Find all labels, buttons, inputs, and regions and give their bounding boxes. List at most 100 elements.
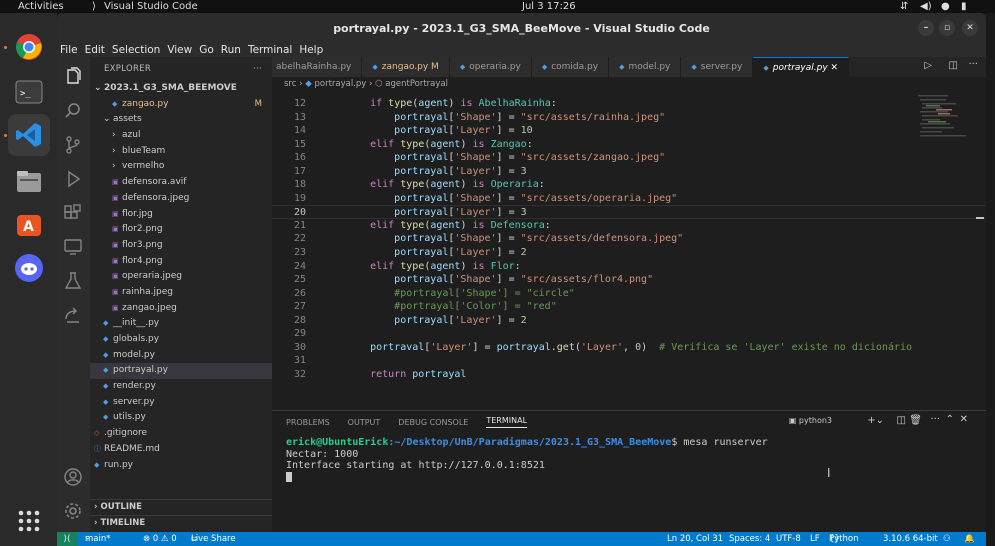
accounts-icon[interactable] — [63, 467, 83, 487]
close-tab-icon[interactable]: ✕ — [828, 63, 839, 73]
split-terminal-icon[interactable]: ◫ — [897, 415, 906, 426]
tree-file[interactable]: ◆ render.py — [90, 379, 272, 395]
code-line[interactable]: 29 — [272, 327, 986, 341]
code-line[interactable]: 30 portraval['Layer'] = portrayal.get('L… — [272, 341, 986, 355]
clock[interactable]: Jul 3 17:26 — [522, 0, 576, 13]
menu-selection[interactable]: Selection — [112, 44, 160, 56]
editor-tab[interactable]: ◆ server.py — [681, 57, 754, 77]
tree-file[interactable]: ◆ portrayal.py — [90, 363, 272, 380]
extensions-icon[interactable] — [63, 203, 83, 223]
volume-icon[interactable]: ◀) — [920, 0, 932, 13]
code-line[interactable]: 21 elif type(agent) is Defensora: — [272, 219, 986, 233]
editor-tab[interactable]: ◆ comida.py — [531, 57, 610, 77]
tree-folder[interactable]: › blueTeam — [90, 144, 272, 160]
editor-more-icon[interactable]: ··· — [968, 59, 978, 70]
panel-tab-problems[interactable]: PROBLEMS — [286, 418, 330, 427]
tree-file[interactable]: ◆ server.py — [90, 395, 272, 411]
tree-file[interactable]: ◆ globals.py — [90, 332, 272, 348]
app-center-icon[interactable]: A — [14, 209, 44, 239]
python-interpreter[interactable]: 3.10.6 64-bit — [883, 532, 938, 546]
terminal[interactable]: erick@UbuntuErick:~/Desktop/UnB/Paradigm… — [272, 433, 986, 483]
explorer-icon[interactable] — [63, 67, 83, 87]
menu-file[interactable]: File — [60, 44, 78, 56]
panel-tab-debug-console[interactable]: DEBUG CONSOLE — [398, 418, 468, 427]
tree-file[interactable]: ▣ rainha.jpeg — [90, 285, 272, 301]
show-apps-icon[interactable] — [14, 506, 44, 536]
chrome-icon[interactable] — [14, 32, 44, 62]
panel-tab-terminal[interactable]: TERMINAL — [486, 416, 528, 428]
live-share-icon[interactable] — [63, 305, 83, 325]
project-root-folder[interactable]: ⌄ 2023.1_G3_SMA_BEEMOVE — [90, 81, 272, 97]
settings-gear-icon[interactable] — [63, 501, 83, 521]
menu-help[interactable]: Help — [299, 44, 323, 56]
code-line[interactable]: 17 portrayal['Layer'] = 3 — [272, 165, 986, 179]
panel-tab-output[interactable]: OUTPUT — [348, 418, 381, 427]
code-line[interactable]: 14 portrayal['Layer'] = 10 — [272, 124, 986, 138]
more-actions-icon[interactable]: ··· — [253, 57, 262, 81]
search-icon[interactable] — [63, 101, 83, 121]
tree-file[interactable]: ▣ flor2.png — [90, 222, 272, 238]
code-line[interactable]: 12 if type(agent) is AbelhaRainha: — [272, 97, 986, 111]
tree-file[interactable]: ◇ .gitignore — [90, 426, 272, 442]
code-line[interactable]: 31 — [272, 354, 986, 368]
close-window-icon[interactable]: ✕ — [962, 20, 978, 36]
files-icon[interactable] — [14, 167, 44, 197]
timeline-section[interactable]: › TIMELINE — [90, 515, 272, 530]
end-of-line[interactable]: LF — [810, 532, 820, 546]
remote-indicator-icon[interactable]: ⟩⟨ — [57, 532, 77, 546]
maximize-icon[interactable]: ▫ — [939, 20, 955, 36]
tree-file[interactable]: ⓘ README.md — [90, 442, 272, 458]
tree-file[interactable]: ▣ flor3.png — [90, 238, 272, 254]
terminal-icon[interactable]: >_ — [14, 77, 44, 107]
notifications-bell-icon[interactable]: 🔔 — [964, 532, 975, 546]
discord-icon[interactable] — [14, 253, 44, 283]
app-menu[interactable]: Visual Studio Code — [104, 0, 198, 13]
accounts-status-icon[interactable]: ⚇ — [943, 532, 951, 546]
tree-folder[interactable]: › vermelho — [90, 159, 272, 175]
tree-file[interactable]: ◆ model.py — [90, 348, 272, 364]
menu-edit[interactable]: Edit — [85, 44, 105, 56]
kill-terminal-icon[interactable]: 🗑 — [909, 415, 922, 426]
new-terminal-icon[interactable]: +⌄ — [867, 415, 884, 426]
editor-tab[interactable]: ◆ operaria.py — [449, 57, 532, 77]
tree-file[interactable]: ▣ zangao.jpeg — [90, 301, 272, 317]
battery-icon[interactable]: ▮ — [961, 0, 967, 13]
split-editor-icon[interactable]: ◫ — [949, 60, 958, 71]
close-panel-icon[interactable]: ✕ — [960, 414, 968, 425]
code-line[interactable]: 26 #portrayal['Shape'] = "circle" — [272, 287, 986, 301]
tree-file[interactable]: ◆ __init__.py — [90, 316, 272, 332]
editor-tab[interactable]: ◆ portrayal.py ✕ — [753, 57, 850, 77]
code-line[interactable]: 13 portrayal['Shape'] = "src/assets/rain… — [272, 111, 986, 125]
code-line[interactable]: 23 portrayal['Layer'] = 2 — [272, 246, 986, 260]
editor-tab[interactable]: abelhaRainha.py — [272, 57, 363, 77]
tree-folder[interactable]: › azul — [90, 128, 272, 144]
network-icon[interactable]: ⇵ — [900, 0, 908, 13]
code-line[interactable]: 22 portrayal['Shape'] = "src/assets/defe… — [272, 232, 986, 246]
code-editor[interactable]: 12 if type(agent) is AbelhaRainha: 13 por… — [272, 92, 986, 410]
indentation[interactable]: Spaces: 4 — [729, 532, 770, 546]
tree-file[interactable]: ◆ run.py — [90, 458, 272, 474]
code-line[interactable]: 20 portrayal['Layer'] = 3 — [272, 205, 986, 219]
editor-tab[interactable]: ◆ zangao.py M — [362, 57, 450, 77]
tree-file[interactable]: ◆ zangao.py M — [90, 97, 272, 113]
code-line[interactable]: 27 #portrayal['Color'] = "red" — [272, 300, 986, 314]
activities-button[interactable]: Activities — [18, 0, 64, 13]
code-line[interactable]: 24 elif type(agent) is Flor: — [272, 260, 986, 274]
outline-section[interactable]: › OUTLINE — [90, 499, 272, 514]
breadcrumb-file[interactable]: portrayal.py — [314, 79, 366, 89]
breadcrumb-symbol[interactable]: agentPortrayal — [385, 79, 448, 89]
menu-go[interactable]: Go — [199, 44, 214, 56]
code-line[interactable]: 16 portrayal['Shape'] = "src/assets/zang… — [272, 151, 986, 165]
run-python-icon[interactable]: ▷ — [924, 60, 932, 71]
vscode-dock-icon[interactable] — [8, 114, 50, 156]
maximize-panel-icon[interactable]: ⌃ — [946, 414, 954, 425]
panel-more-icon[interactable]: ··· — [930, 414, 940, 425]
remote-explorer-icon[interactable] — [63, 237, 83, 257]
minimap[interactable] — [918, 93, 970, 153]
code-line[interactable]: 32 return portrayal — [272, 368, 986, 382]
problems-count[interactable]: ⊗ 0 ⚠ 0 — [143, 532, 177, 546]
testing-icon[interactable] — [63, 271, 83, 291]
code-line[interactable]: 19 portrayal['Shape'] = "src/assets/oper… — [272, 192, 986, 206]
tree-file[interactable]: ◆ utils.py — [90, 410, 272, 426]
encoding[interactable]: UTF-8 — [776, 532, 801, 546]
